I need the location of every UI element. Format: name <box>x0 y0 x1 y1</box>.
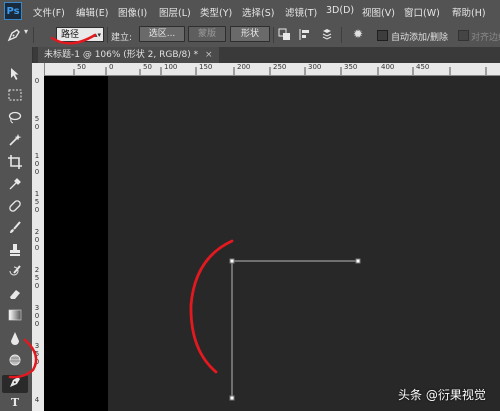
menu-bar: Ps 文件(F) 编辑(E) 图像(I) 图层(L) 类型(Y) 选择(S) 滤… <box>0 0 500 24</box>
ruler-left-label: 1 <box>34 190 40 198</box>
pen-tool-icon[interactable] <box>7 28 21 45</box>
ruler-left-label: 0 <box>34 236 40 244</box>
ruler-left-label: 0 <box>34 358 40 366</box>
close-icon[interactable]: × <box>205 50 213 60</box>
ruler-left-label: 4 <box>34 396 40 404</box>
align-edges-checkbox[interactable] <box>458 30 469 41</box>
marquee-tool-icon[interactable] <box>2 89 28 107</box>
ruler-top-label: 100 <box>164 63 178 71</box>
ruler-top-label: 450 <box>416 63 430 71</box>
ruler-left-label: 2 <box>34 228 40 236</box>
work-path <box>231 260 358 398</box>
ruler-left-label: 2 <box>34 266 40 274</box>
ruler-left-label: 0 <box>34 244 40 252</box>
menu-image[interactable]: 图像(I) <box>118 5 147 19</box>
selection-button[interactable]: 选区... <box>139 26 185 42</box>
menu-view[interactable]: 视图(V) <box>362 5 395 19</box>
brush-tool-icon[interactable] <box>2 221 28 239</box>
document-tab-bar: 未标题-1 @ 106% (形状 2, RGB/8) * × <box>32 47 500 63</box>
ruler-left-label: 0 <box>34 160 40 168</box>
eyedropper-tool-icon[interactable] <box>2 177 28 195</box>
menu-filter[interactable]: 滤镜(T) <box>285 5 317 19</box>
menu-3d[interactable]: 3D(D) <box>326 5 354 16</box>
path-alignment-icon[interactable] <box>298 28 311 44</box>
pen-tool-selected-icon[interactable] <box>2 375 28 393</box>
gradient-tool-icon[interactable] <box>2 309 28 327</box>
ruler-left-label: 5 <box>34 350 40 358</box>
ruler-left-label: 3 <box>34 342 40 350</box>
anchor-point <box>355 258 361 264</box>
eraser-tool-icon[interactable] <box>2 287 28 305</box>
menu-window[interactable]: 窗口(W) <box>404 5 440 19</box>
ruler-left-label: 5 <box>34 115 40 123</box>
menu-layer[interactable]: 图层(L) <box>159 5 191 19</box>
move-tool-icon[interactable] <box>2 67 28 85</box>
ruler-left-label: 3 <box>34 304 40 312</box>
ruler-left-label: 0 <box>34 312 40 320</box>
ruler-top-label: 200 <box>237 63 251 71</box>
path-arrangement-icon[interactable] <box>320 28 334 44</box>
ruler-top-label: 50 <box>143 63 152 71</box>
ruler-left-label: 5 <box>34 198 40 206</box>
ruler-top-label: 150 <box>199 63 213 71</box>
menu-file[interactable]: 文件(F) <box>33 5 65 19</box>
crop-tool-icon[interactable] <box>2 155 28 173</box>
ruler-top-label: 400 <box>381 63 395 71</box>
horizontal-ruler: 50 0 50 100 150 200 250 300 350 400 450 <box>44 63 500 76</box>
canvas-area[interactable] <box>44 76 500 411</box>
ruler-left-label: 0 <box>34 282 40 290</box>
quick-selection-tool-icon[interactable] <box>2 133 28 151</box>
mode-select-value: 路径 <box>61 30 80 40</box>
align-edges-label: 对齐边缘 <box>471 33 500 43</box>
mask-button[interactable]: 蒙版 <box>188 26 226 42</box>
chevron-down-icon: ▴▾ <box>93 31 101 39</box>
ruler-top-label: 50 <box>77 63 86 71</box>
ruler-left-label: 1 <box>34 152 40 160</box>
path-overlay <box>229 258 361 401</box>
options-bar: ▾ 路径 ▴▾ 建立: 选区... 蒙版 形状 ✹ 自动添加/删除 对齐边缘 <box>0 23 500 48</box>
anchor-point <box>229 258 235 264</box>
dodge-tool-icon[interactable] <box>2 353 28 371</box>
type-tool-icon[interactable]: T <box>2 395 28 411</box>
tool-preset-arrow-icon[interactable]: ▾ <box>24 27 28 36</box>
healing-brush-tool-icon[interactable] <box>2 199 28 217</box>
clone-stamp-tool-icon[interactable] <box>2 243 28 261</box>
history-brush-tool-icon[interactable] <box>2 265 28 283</box>
tools-panel: T <box>0 47 33 411</box>
watermark: 头条 @衍果视觉 <box>398 388 486 402</box>
ruler-left-label: 0 <box>34 77 40 85</box>
document-tab-title: 未标题-1 @ 106% (形状 2, RGB/8) * <box>44 50 199 60</box>
build-label: 建立: <box>111 33 133 43</box>
document-tab[interactable]: 未标题-1 @ 106% (形状 2, RGB/8) * × <box>38 47 219 63</box>
menu-help[interactable]: 帮助(H) <box>452 5 486 19</box>
shape-button[interactable]: 形状 <box>230 26 270 42</box>
ruler-top-label: 300 <box>308 63 322 71</box>
ruler-left-label: 0 <box>34 168 40 176</box>
path-operations-icon[interactable] <box>278 28 291 44</box>
blur-tool-icon[interactable] <box>2 331 28 349</box>
menu-type[interactable]: 类型(Y) <box>200 5 232 19</box>
mode-select[interactable]: 路径 ▴▾ <box>56 27 104 42</box>
auto-add-delete-checkbox[interactable] <box>377 30 388 41</box>
lasso-tool-icon[interactable] <box>2 111 28 129</box>
ruler-left-label: 0 <box>34 206 40 214</box>
menu-select[interactable]: 选择(S) <box>242 5 274 19</box>
ruler-top-label: 350 <box>344 63 358 71</box>
ruler-top-label: 250 <box>273 63 287 71</box>
photoshop-logo: Ps <box>4 2 22 20</box>
menu-edit[interactable]: 编辑(E) <box>76 5 108 19</box>
auto-add-delete-label: 自动添加/删除 <box>391 33 449 43</box>
gear-icon[interactable]: ✹ <box>353 27 363 41</box>
ruler-left-label: 0 <box>34 123 40 131</box>
ruler-top-label: 0 <box>109 63 114 71</box>
ruler-left-label: 0 <box>34 320 40 328</box>
anchor-point <box>229 395 235 401</box>
ruler-left-label: 5 <box>34 274 40 282</box>
